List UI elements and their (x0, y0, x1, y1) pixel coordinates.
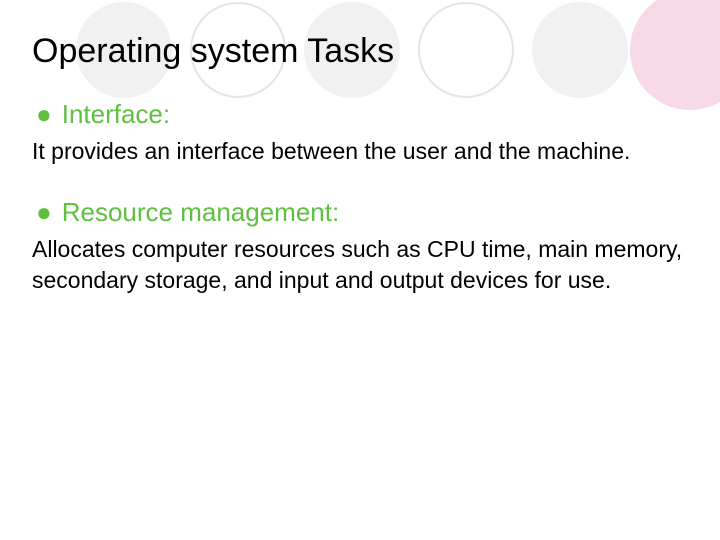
slide-content: Operating system Tasks ● Interface: It p… (0, 0, 720, 296)
bullet-item: ● Interface: (32, 99, 688, 130)
bullet-body-text: Allocates computer resources such as CPU… (32, 236, 682, 293)
bullet-heading: Resource management: (62, 197, 339, 228)
bullet-icon: ● (36, 199, 52, 225)
bullet-item: ● Resource management: (32, 197, 688, 228)
bullet-heading: Interface: (62, 99, 170, 130)
bullet-body-text: It provides an interface between the use… (32, 138, 630, 164)
bullet-body: Allocates computer resources such as CPU… (32, 234, 688, 296)
bullet-body: It provides an interface between the use… (32, 136, 688, 167)
bullet-icon: ● (36, 101, 52, 127)
slide-title: Operating system Tasks (32, 32, 688, 71)
